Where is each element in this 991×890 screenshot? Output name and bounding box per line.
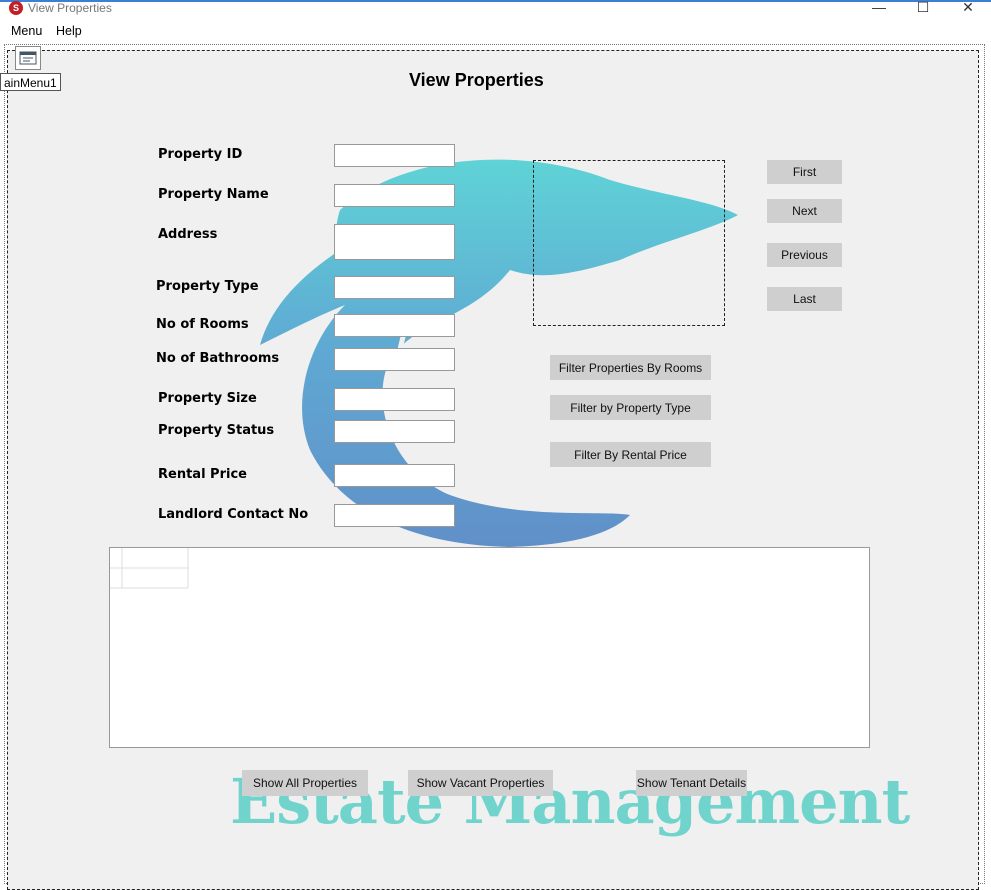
- close-button[interactable]: ✕: [953, 0, 983, 16]
- page-title: View Properties: [409, 70, 544, 90]
- last-button[interactable]: Last: [767, 287, 842, 311]
- filter-by-rooms-button[interactable]: Filter Properties By Rooms: [550, 355, 711, 380]
- label-no-of-bathrooms: No of Bathrooms: [156, 351, 280, 366]
- label-property-size: Property Size: [158, 391, 257, 406]
- next-button[interactable]: Next: [767, 199, 842, 223]
- rental-price-input[interactable]: [334, 464, 455, 487]
- show-tenant-details-button[interactable]: Show Tenant Details: [636, 770, 747, 796]
- previous-button[interactable]: Previous: [767, 243, 842, 267]
- menu-item-menu[interactable]: Menu: [11, 24, 42, 38]
- property-type-input[interactable]: [334, 276, 455, 299]
- label-no-of-rooms: No of Rooms: [156, 317, 249, 332]
- label-property-type: Property Type: [156, 279, 259, 294]
- maximize-button[interactable]: ☐: [908, 0, 938, 16]
- filter-by-price-button[interactable]: Filter By Rental Price: [550, 442, 711, 467]
- address-input[interactable]: [334, 224, 455, 260]
- title-bar: [0, 0, 991, 18]
- grid-header-cells: [110, 548, 189, 589]
- minimize-button[interactable]: —: [864, 0, 894, 16]
- label-property-id: Property ID: [158, 147, 243, 162]
- label-property-name: Property Name: [158, 187, 269, 202]
- app-icon: S: [9, 1, 23, 15]
- property-id-input[interactable]: [334, 144, 455, 167]
- show-all-properties-button[interactable]: Show All Properties: [242, 770, 368, 796]
- menu-component-icon[interactable]: [15, 46, 41, 70]
- label-landlord-contact: Landlord Contact No: [158, 507, 309, 522]
- first-button[interactable]: First: [767, 160, 842, 184]
- filter-by-type-button[interactable]: Filter by Property Type: [550, 395, 711, 420]
- no-of-bathrooms-input[interactable]: [334, 348, 455, 371]
- properties-data-grid[interactable]: [109, 547, 870, 748]
- label-rental-price: Rental Price: [158, 467, 247, 482]
- property-name-input[interactable]: [334, 184, 455, 207]
- show-vacant-properties-button[interactable]: Show Vacant Properties: [408, 770, 553, 796]
- no-of-rooms-input[interactable]: [334, 314, 455, 337]
- label-property-status: Property Status: [158, 423, 275, 438]
- window-title: View Properties: [28, 1, 112, 15]
- property-picture-box: [533, 160, 725, 326]
- landlord-contact-input[interactable]: [334, 504, 455, 527]
- component-label[interactable]: ainMenu1: [0, 73, 61, 91]
- property-status-input[interactable]: [334, 420, 455, 443]
- menu-item-help[interactable]: Help: [56, 24, 82, 38]
- label-address: Address: [158, 227, 218, 242]
- property-size-input[interactable]: [334, 388, 455, 411]
